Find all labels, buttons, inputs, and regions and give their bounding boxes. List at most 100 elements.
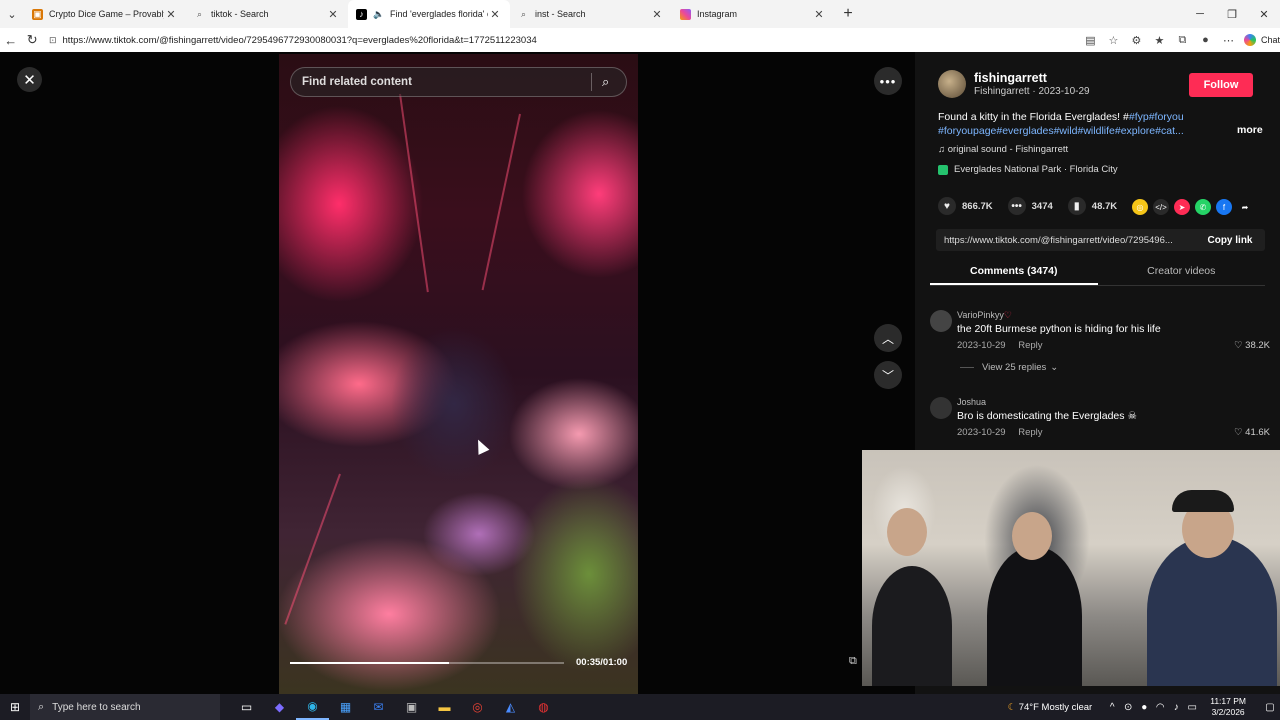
- tab-close-icon[interactable]: ✕: [164, 8, 178, 21]
- task-view-icon[interactable]: ▭: [230, 694, 263, 720]
- copilot-chat-button[interactable]: Chat: [1243, 34, 1280, 46]
- weather-widget[interactable]: ☾ 74°F Mostly clear: [1008, 702, 1093, 713]
- save-button[interactable]: ▮ 48.7K: [1067, 197, 1118, 215]
- tab-crypto-dice[interactable]: ▣ Crypto Dice Game – Provably Fair ✕: [24, 0, 186, 28]
- comment-button[interactable]: ••• 3474: [1007, 197, 1053, 215]
- edge-icon[interactable]: ◉: [296, 694, 329, 720]
- share-arrow-icon[interactable]: ➦: [1237, 199, 1253, 215]
- copy-link-button[interactable]: Copy link: [1195, 235, 1265, 246]
- recorder-icon[interactable]: ◍: [527, 694, 560, 720]
- comment-like-count: 38.2K: [1245, 340, 1270, 351]
- restore-icon[interactable]: ❐: [1216, 0, 1248, 28]
- coin-icon[interactable]: ◎: [1132, 199, 1148, 215]
- store-icon[interactable]: ▦: [329, 694, 362, 720]
- avatar[interactable]: [938, 70, 966, 98]
- site-info-icon[interactable]: ⊡: [49, 35, 57, 46]
- view-replies-button[interactable]: View 25 replies ⌄: [960, 362, 1058, 373]
- taskbar-clock[interactable]: 11:17 PM 3/2/2026: [1210, 696, 1246, 718]
- file-explorer-icon[interactable]: ▬: [428, 694, 461, 720]
- tab-close-icon[interactable]: ✕: [812, 8, 826, 21]
- reader-mode-icon[interactable]: ▤: [1079, 34, 1102, 47]
- save-count: 48.7K: [1091, 200, 1118, 212]
- outlook-icon[interactable]: ✉: [362, 694, 395, 720]
- comment-like-button[interactable]: ♡ 41.6K: [1234, 427, 1270, 438]
- chat-label: Chat: [1260, 35, 1280, 45]
- tab-actions-chevron-icon[interactable]: ⌄: [0, 0, 24, 28]
- tab-tiktok-search[interactable]: ⌕ tiktok - Search ✕: [186, 0, 348, 28]
- wifi-icon[interactable]: ◠: [1152, 702, 1168, 713]
- collections-icon[interactable]: ⧉: [1171, 34, 1194, 47]
- chevron-up-icon[interactable]: ^: [1104, 702, 1120, 713]
- close-video-button[interactable]: ✕: [17, 67, 42, 92]
- whatsapp-icon[interactable]: ✆: [1195, 199, 1211, 215]
- tab-inst-search[interactable]: ⌕ inst - Search ✕: [510, 0, 672, 28]
- more-link[interactable]: more: [1237, 124, 1263, 136]
- tab-instagram[interactable]: Instagram ✕: [672, 0, 834, 28]
- location-row[interactable]: Everglades National Park · Florida City: [938, 164, 1118, 175]
- battery-icon[interactable]: ▭: [1184, 702, 1200, 713]
- windows-start-icon[interactable]: ⊞: [0, 700, 30, 714]
- settings-more-icon[interactable]: ⋯: [1217, 34, 1240, 47]
- back-arrow-icon[interactable]: ←: [0, 33, 21, 48]
- mic-icon[interactable]: ●: [1136, 702, 1152, 713]
- share-link-text[interactable]: https://www.tiktok.com/@fishingarrett/vi…: [944, 235, 1195, 246]
- comment-like-button[interactable]: ♡ 38.2K: [1234, 340, 1270, 351]
- chevron-up-icon: ︿: [881, 331, 894, 346]
- find-related-input[interactable]: [302, 76, 591, 88]
- comment-user[interactable]: VarioPinkyy♡: [957, 310, 1012, 321]
- extensions-icon[interactable]: ⚙: [1125, 34, 1148, 47]
- more-options-button[interactable]: •••: [874, 67, 902, 95]
- copilot-app-icon[interactable]: ◆: [263, 694, 296, 720]
- new-tab-plus-icon[interactable]: +: [834, 5, 862, 23]
- close-window-icon[interactable]: ✕: [1248, 0, 1280, 28]
- tab-creator-videos[interactable]: Creator videos: [1098, 260, 1266, 285]
- reply-button[interactable]: Reply: [1018, 427, 1042, 438]
- minimize-icon[interactable]: ─: [1184, 0, 1216, 28]
- next-video-button[interactable]: ﹀: [874, 361, 902, 389]
- reply-button[interactable]: Reply: [1018, 340, 1042, 351]
- picture-in-picture-icon[interactable]: ⧉: [849, 655, 863, 669]
- video-progress-bar[interactable]: [290, 662, 564, 664]
- tab-close-icon[interactable]: ✕: [488, 8, 502, 21]
- webcam-head: [1012, 512, 1052, 560]
- avatar[interactable]: [930, 397, 952, 419]
- comment-meta: 2023-10-29 Reply: [957, 340, 1043, 351]
- search-icon[interactable]: ⌕: [602, 74, 626, 90]
- comment-meta: 2023-10-29 Reply: [957, 427, 1043, 438]
- favorite-star-icon[interactable]: ☆: [1102, 34, 1125, 47]
- camera-icon[interactable]: ⊙: [1120, 702, 1136, 713]
- author-username[interactable]: fishingarrett: [974, 71, 1090, 85]
- webcam-overlay: [862, 450, 1280, 686]
- embed-code-icon[interactable]: </>: [1153, 199, 1169, 215]
- app-icon[interactable]: ▣: [395, 694, 428, 720]
- follow-button[interactable]: Follow: [1189, 73, 1253, 97]
- tab-comments[interactable]: Comments (3474): [930, 260, 1098, 285]
- description-tags[interactable]: #fyp#foryou: [1129, 111, 1184, 123]
- favorites-icon[interactable]: ★: [1148, 34, 1171, 47]
- facebook-icon[interactable]: f: [1216, 199, 1232, 215]
- send-to-friends-icon[interactable]: ➤: [1174, 199, 1190, 215]
- volume-icon[interactable]: ♪: [1168, 702, 1184, 713]
- video-frame-detail: [284, 473, 341, 625]
- tab-close-icon[interactable]: ✕: [650, 8, 664, 21]
- taskbar-search[interactable]: ⌕ Type here to search: [30, 694, 220, 720]
- video-player[interactable]: [279, 54, 638, 694]
- description-tags-line[interactable]: #foryoupage#everglades#wild#wildlife#exp…: [938, 124, 1218, 138]
- notification-icon[interactable]: ▢: [1260, 702, 1280, 713]
- author-block[interactable]: fishingarrett Fishingarrett · 2023-10-29: [938, 70, 1090, 98]
- tab-close-icon[interactable]: ✕: [326, 8, 340, 21]
- chrome-icon[interactable]: ◎: [461, 694, 494, 720]
- comment-user[interactable]: Joshua: [957, 397, 986, 407]
- tab-tiktok-everglades[interactable]: ♪ 🔈 Find 'everglades florida' on TikTok …: [348, 0, 510, 28]
- previous-video-button[interactable]: ︿: [874, 324, 902, 352]
- find-related-search[interactable]: ⌕: [290, 67, 627, 97]
- like-button[interactable]: ♥ 866.7K: [938, 197, 993, 215]
- refresh-icon[interactable]: ↻: [21, 32, 42, 48]
- speaker-icon[interactable]: 🔈: [373, 9, 384, 20]
- url-field[interactable]: ⊡ https://www.tiktok.com/@fishingarrett/…: [43, 30, 1063, 50]
- avatar[interactable]: [930, 310, 952, 332]
- sound-row[interactable]: ♫ original sound - Fishingarrett: [938, 144, 1068, 155]
- profile-avatar-icon[interactable]: ●: [1194, 34, 1217, 46]
- tiktok-icon: ♪: [356, 8, 367, 20]
- app-icon[interactable]: ◭: [494, 694, 527, 720]
